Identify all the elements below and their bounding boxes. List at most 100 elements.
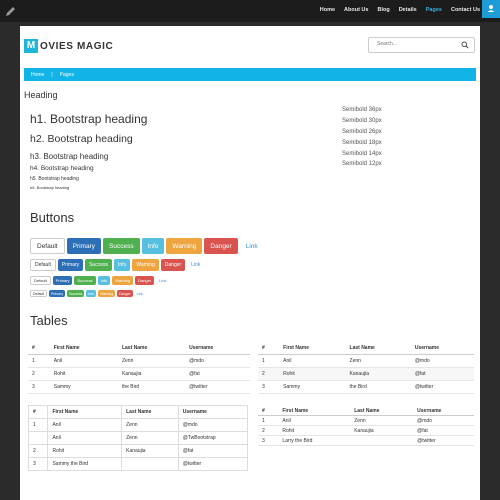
heading-h3: h3. Bootstrap heading bbox=[30, 152, 109, 161]
table-row: 1 Anil Zenn @mdo bbox=[28, 354, 250, 368]
tables-section-title: Tables bbox=[30, 313, 68, 328]
table-row: 3 Larry the Bird @twitter bbox=[258, 435, 474, 446]
warning-button[interactable]: Warning bbox=[98, 290, 116, 297]
default-button[interactable]: Default bbox=[30, 276, 51, 285]
primary-button[interactable]: Primary bbox=[66, 238, 101, 254]
success-button[interactable]: Success bbox=[67, 290, 85, 297]
size-label-36: Semibold 36px bbox=[342, 107, 382, 113]
heading-h2: h2. Bootstrap heading bbox=[30, 133, 133, 145]
info-button[interactable]: Info bbox=[141, 238, 165, 254]
danger-button[interactable]: Danger bbox=[160, 259, 186, 271]
table-condensed: # First Name Last Name Username 1 Anil Zen… bbox=[258, 406, 474, 446]
col-first: First Name bbox=[279, 342, 346, 355]
size-label-18: Semibold 18px bbox=[342, 140, 382, 146]
size-label-12: Semibold 12px bbox=[342, 161, 382, 167]
table-row: 2 Rohit Kanaujia @fat bbox=[27, 444, 249, 458]
table-row: 2 Rohit Kanaujia @fat bbox=[28, 367, 250, 381]
link-button[interactable]: Link bbox=[187, 259, 204, 271]
table-bordered: # First Name Last Name Username 1 Anil Zen… bbox=[27, 405, 249, 471]
button-row-large: Default Primary Success Info Warning Dan… bbox=[30, 238, 266, 254]
size-label-26: Semibold 26px bbox=[342, 129, 382, 135]
col-first: First Name bbox=[47, 405, 123, 419]
col-num: # bbox=[28, 342, 50, 355]
danger-button[interactable]: Danger bbox=[204, 238, 238, 254]
col-user: Username bbox=[413, 406, 474, 416]
table-row: 1 Anil Zenn @mdo bbox=[258, 415, 474, 426]
table-row: 1 Anil Zenn @mdo bbox=[258, 354, 474, 368]
table-basic: # First Name Last Name Username 1 Anil Zen… bbox=[28, 342, 250, 394]
heading-h4: h4. Bootstrap heading bbox=[30, 165, 94, 172]
info-button[interactable]: Info bbox=[113, 259, 131, 271]
danger-button[interactable]: Danger bbox=[135, 276, 155, 285]
main-nav: Home About Us Blog Details Pages Contact… bbox=[311, 0, 480, 20]
table-row: 3 Sammy the Bird @twitter bbox=[258, 380, 474, 394]
info-button[interactable]: Info bbox=[86, 290, 97, 297]
nav-item-about[interactable]: About Us bbox=[344, 7, 368, 13]
danger-button[interactable]: Danger bbox=[117, 290, 133, 297]
col-num: # bbox=[258, 342, 280, 355]
nav-item-details[interactable]: Details bbox=[399, 7, 417, 13]
nav-item-blog[interactable]: Blog bbox=[377, 7, 389, 13]
button-row-small: Default Primary Success Info Warning Dan… bbox=[30, 276, 171, 285]
breadcrumb: Home | Pages bbox=[24, 68, 476, 81]
search-box bbox=[368, 37, 475, 53]
col-user: Username bbox=[177, 405, 249, 419]
headings-section-title: Heading bbox=[24, 90, 58, 100]
breadcrumb-home[interactable]: Home bbox=[31, 72, 44, 78]
nav-item-contact[interactable]: Contact Us bbox=[451, 7, 480, 13]
pencil-icon[interactable] bbox=[4, 4, 18, 18]
search-icon[interactable] bbox=[461, 41, 469, 49]
page-container: M OVIES MAGIC Home | Pages Heading h1. B… bbox=[20, 26, 480, 500]
user-button[interactable] bbox=[482, 0, 500, 18]
breadcrumb-pages[interactable]: Pages bbox=[60, 72, 74, 78]
user-icon bbox=[487, 5, 495, 12]
nav-item-pages[interactable]: Pages bbox=[426, 7, 442, 13]
table-row: Anil Zenn @TwBootstrap bbox=[27, 431, 249, 445]
table-row: 2 Rohit Kanaujia @fat bbox=[258, 367, 474, 381]
success-button[interactable]: Success bbox=[74, 276, 96, 285]
warning-button[interactable]: Warning bbox=[132, 259, 159, 271]
primary-button[interactable]: Primary bbox=[57, 259, 84, 271]
success-button[interactable]: Success bbox=[85, 259, 112, 271]
default-button[interactable]: Default bbox=[30, 259, 56, 271]
search-input[interactable] bbox=[377, 41, 457, 47]
logo-text[interactable]: OVIES MAGIC bbox=[40, 41, 113, 52]
logo-mark[interactable]: M bbox=[24, 39, 38, 53]
col-num: # bbox=[27, 405, 49, 419]
size-label-30: Semibold 30px bbox=[342, 118, 382, 124]
success-button[interactable]: Success bbox=[103, 238, 140, 254]
table-row: 3 Sammy the Bird @twitter bbox=[28, 380, 250, 394]
heading-h5: h5. Bootstrap heading bbox=[30, 176, 79, 182]
info-button[interactable]: Info bbox=[97, 276, 111, 285]
col-num: # bbox=[258, 406, 279, 416]
table-row: 2 Rohit Kanaujia @fat bbox=[258, 425, 474, 436]
size-label-14: Semibold 14px bbox=[342, 151, 382, 157]
col-last: Last Name bbox=[350, 406, 414, 416]
top-navbar: Home About Us Blog Details Pages Contact… bbox=[0, 0, 500, 22]
table-striped-top: # First Name Last Name Username 1 Anil Zen… bbox=[258, 342, 474, 394]
primary-button[interactable]: Primary bbox=[49, 290, 66, 297]
heading-h1: h1. Bootstrap heading bbox=[30, 112, 148, 126]
link-button[interactable]: Link bbox=[240, 238, 264, 254]
nav-item-home[interactable]: Home bbox=[320, 7, 335, 13]
table-row: 3 Sammy the Bird @twitter bbox=[27, 457, 249, 471]
col-last: Last Name bbox=[345, 342, 411, 355]
primary-button[interactable]: Primary bbox=[52, 276, 73, 285]
link-button[interactable]: Link bbox=[135, 290, 145, 297]
link-button[interactable]: Link bbox=[156, 276, 169, 285]
button-row-default: Default Primary Success Info Warning Dan… bbox=[30, 259, 206, 271]
default-button[interactable]: Default bbox=[30, 290, 48, 297]
warning-button[interactable]: Warning bbox=[166, 238, 203, 254]
buttons-section-title: Buttons bbox=[30, 210, 75, 225]
col-last: Last Name bbox=[117, 342, 186, 355]
col-last: Last Name bbox=[121, 405, 179, 419]
col-user: Username bbox=[410, 342, 474, 355]
button-row-xsmall: Default Primary Success Info Warning Dan… bbox=[30, 290, 147, 297]
warning-button[interactable]: Warning bbox=[112, 276, 134, 285]
breadcrumb-separator: | bbox=[51, 71, 53, 78]
default-button[interactable]: Default bbox=[30, 238, 65, 254]
col-first: First Name bbox=[49, 342, 118, 355]
col-first: First Name bbox=[278, 406, 351, 416]
col-user: Username bbox=[185, 342, 250, 355]
heading-h6: h6. Bootstrap heading bbox=[30, 185, 70, 190]
